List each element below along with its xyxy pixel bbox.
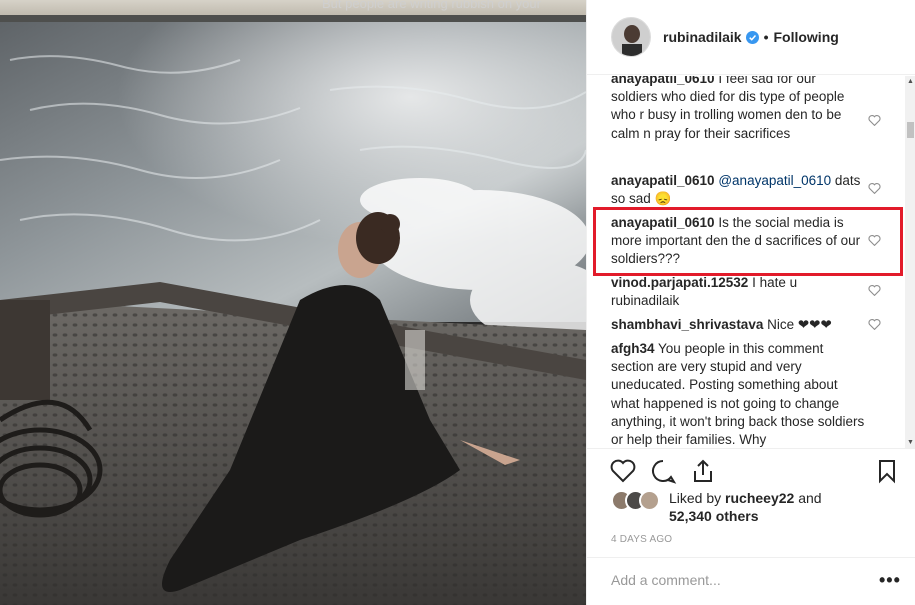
add-comment-input[interactable] <box>611 572 851 588</box>
post-details-panel: rubinadilaik • Following anayapatil_0610… <box>586 0 915 605</box>
comment-like-heart-icon[interactable] <box>868 114 881 126</box>
add-comment-bar: ••• <box>587 557 915 605</box>
likes-text: Liked by rucheey22 and <box>669 490 822 506</box>
comment-username[interactable]: vinod.parjapati.12532 <box>611 275 748 290</box>
liker-avatars <box>611 490 661 512</box>
likes-count[interactable]: 52,340 others <box>669 508 759 524</box>
comment-username[interactable]: afgh34 <box>611 341 655 356</box>
like-heart-icon[interactable] <box>609 457 637 485</box>
more-options-icon[interactable]: ••• <box>879 570 901 591</box>
avatar-image <box>612 18 650 56</box>
post-username[interactable]: rubinadilaik <box>663 29 742 45</box>
comment-like-heart-icon[interactable] <box>868 182 881 194</box>
comment-item: shambhavi_shrivastava Nice ❤❤❤ <box>611 316 865 334</box>
scroll-down-arrow-icon[interactable]: ▼ <box>905 437 915 448</box>
comments-scrollbar[interactable]: ▲ ▼ <box>905 76 915 448</box>
comment-text: Nice ❤❤❤ <box>767 317 832 332</box>
post-actions-bar <box>587 448 915 492</box>
highlighted-comment-box <box>593 207 903 276</box>
comment-item: anayapatil_0610 I feel sad for our soldi… <box>611 76 865 143</box>
comment-username[interactable]: anayapatil_0610 <box>611 76 715 86</box>
photo-overlay-text: But people are writing rubbish on your <box>322 0 541 11</box>
likes-and: and <box>798 490 822 506</box>
liker-username[interactable]: rucheey22 <box>725 490 794 506</box>
post-photo[interactable]: But people are writing rubbish on your <box>0 0 586 605</box>
comment-icon[interactable] <box>649 457 677 485</box>
avatar[interactable] <box>611 17 651 57</box>
following-button[interactable]: Following <box>773 29 838 45</box>
likes-prefix: Liked by <box>669 490 722 506</box>
verified-icon <box>745 30 759 44</box>
comment-like-heart-icon[interactable] <box>868 284 881 296</box>
photo-scene <box>0 0 586 605</box>
comment-item: anayapatil_0610 @anayapatil_0610 dats so… <box>611 172 865 208</box>
liker-avatar[interactable] <box>639 490 660 511</box>
comment-like-heart-icon[interactable] <box>868 318 881 330</box>
scroll-up-arrow-icon[interactable]: ▲ <box>905 76 915 87</box>
scrollbar-thumb[interactable] <box>907 122 914 138</box>
post-timestamp[interactable]: 4 DAYS AGO <box>611 534 672 545</box>
bookmark-icon[interactable] <box>873 457 901 485</box>
likes-summary: Liked by rucheey22 and 52,340 others <box>611 488 911 528</box>
comment-text: You people in this comment section are v… <box>611 341 865 448</box>
comment-item: vinod.parjapati.12532 I hate u rubinadil… <box>611 274 865 310</box>
post-header: rubinadilaik • Following <box>587 0 915 75</box>
comment-mention[interactable]: @anayapatil_0610 <box>718 173 831 188</box>
separator-dot: • <box>763 29 769 45</box>
comment-item: afgh34 You people in this comment sectio… <box>611 340 865 448</box>
comment-username[interactable]: anayapatil_0610 <box>611 173 715 188</box>
share-icon[interactable] <box>689 457 717 485</box>
comment-username[interactable]: shambhavi_shrivastava <box>611 317 763 332</box>
